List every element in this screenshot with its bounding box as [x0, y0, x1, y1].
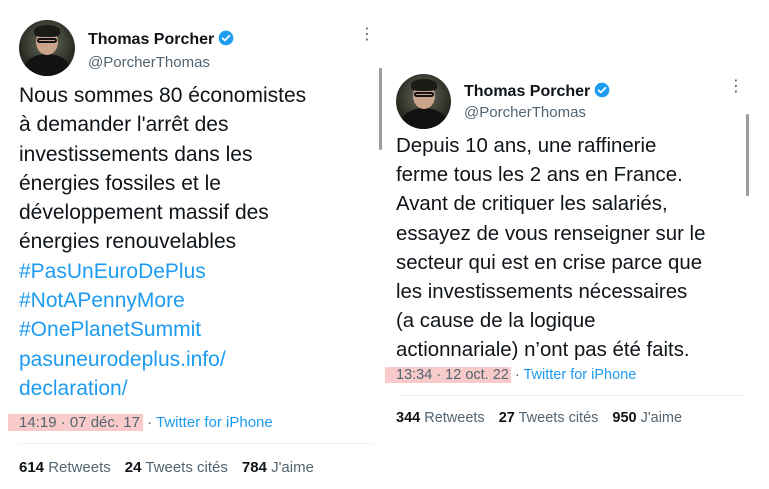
- url-link[interactable]: pasuneurodeplus.info/: [19, 345, 306, 374]
- tweet-meta: 13:34 · 12 oct. 22 · Twitter for iPhone: [385, 367, 636, 383]
- tweet-text: Depuis 10 ans, une raffinerie ferme tous…: [396, 132, 705, 366]
- avatar[interactable]: [396, 74, 451, 129]
- tweet-source-link[interactable]: Twitter for iPhone: [523, 367, 636, 383]
- divider: [19, 443, 374, 444]
- likes-label: J'aime: [640, 410, 683, 426]
- tweet-text-line: énergies fossiles et le: [19, 171, 221, 195]
- hashtag-link[interactable]: #OnePlanetSummit: [19, 315, 306, 344]
- quotes-stat[interactable]: 24 Tweets cités: [125, 459, 228, 476]
- tweet-text-line: ferme tous les 2 ans en France.: [396, 164, 683, 187]
- quotes-count: 27: [498, 410, 515, 426]
- tweet-text-line: énergies renouvelables: [19, 230, 237, 254]
- likes-count: 784: [241, 459, 267, 476]
- retweets-stat[interactable]: 344 Retweets: [396, 410, 485, 426]
- tweet-text-line: actionnariale) n’ont pas été faits.: [396, 339, 690, 362]
- tweet-text-line: Avant de critiquer les salariés,: [396, 193, 668, 216]
- tweet-text-line: à demander l'arrêt des: [19, 113, 229, 137]
- author-name[interactable]: Thomas Porcher: [464, 82, 610, 101]
- tweet-timestamp[interactable]: 14:19 · 07 déc. 17: [8, 414, 143, 431]
- likes-stat[interactable]: 784 J'aime: [242, 459, 314, 476]
- url-link[interactable]: declaration/: [19, 374, 306, 403]
- verified-badge-icon: [594, 82, 610, 98]
- tweet-text-line: essayez de vous renseigner sur le: [396, 222, 706, 245]
- tweet-text-line: (a cause de la logique: [396, 310, 596, 333]
- likes-stat[interactable]: 950 J'aime: [612, 410, 682, 426]
- scrollbar-left[interactable]: [379, 68, 382, 150]
- tweet-meta: 14:19 · 07 déc. 17 · Twitter for iPhone: [8, 414, 273, 431]
- tweet-stats: 614 Retweets 24 Tweets cités 784 J'aime: [19, 459, 314, 476]
- quotes-label: Tweets cités: [518, 410, 599, 426]
- quotes-stat[interactable]: 27 Tweets cités: [499, 410, 599, 426]
- retweets-count: 344: [396, 410, 421, 426]
- avatar[interactable]: [19, 20, 75, 76]
- tweet-text-line: secteur qui est en crise parce que: [396, 251, 703, 274]
- likes-count: 950: [612, 410, 637, 426]
- retweets-label: Retweets: [48, 459, 111, 476]
- author-name[interactable]: Thomas Porcher: [88, 30, 234, 49]
- more-vertical-icon[interactable]: ⋮: [359, 27, 375, 43]
- hashtag-link[interactable]: #NotAPennyMore: [19, 286, 306, 315]
- verified-badge-icon: [218, 30, 234, 46]
- tweet-text-line: développement massif des: [19, 201, 269, 225]
- tweet-timestamp[interactable]: 13:34 · 12 oct. 22: [385, 367, 511, 383]
- author-handle[interactable]: @PorcherThomas: [464, 104, 586, 121]
- tweet-text-line: Depuis 10 ans, une raffinerie: [396, 135, 657, 157]
- tweet-text-line: investissements dans les: [19, 142, 253, 166]
- quotes-label: Tweets cités: [145, 459, 228, 476]
- author-name-text[interactable]: Thomas Porcher: [88, 31, 214, 48]
- retweets-count: 614: [19, 459, 45, 476]
- likes-label: J'aime: [271, 459, 314, 476]
- retweets-stat[interactable]: 614 Retweets: [19, 459, 111, 476]
- tweet-stats: 344 Retweets 27 Tweets cités 950 J'aime: [396, 410, 682, 426]
- hashtag-link[interactable]: #PasUnEuroDePlus: [19, 257, 306, 286]
- retweets-label: Retweets: [424, 410, 485, 426]
- tweet-source-link[interactable]: Twitter for iPhone: [156, 414, 273, 431]
- quotes-count: 24: [124, 459, 142, 476]
- scrollbar-right[interactable]: [746, 114, 749, 196]
- tweet-text-line: Nous sommes 80 économistes: [19, 84, 307, 107]
- divider: [396, 395, 746, 396]
- author-handle[interactable]: @PorcherThomas: [88, 54, 210, 71]
- author-name-text[interactable]: Thomas Porcher: [464, 83, 590, 100]
- more-vertical-icon[interactable]: ⋮: [728, 79, 744, 95]
- tweet-text: Nous sommes 80 économistes à demander l'…: [19, 81, 306, 403]
- tweet-text-line: les investissements nécessaires: [396, 281, 688, 304]
